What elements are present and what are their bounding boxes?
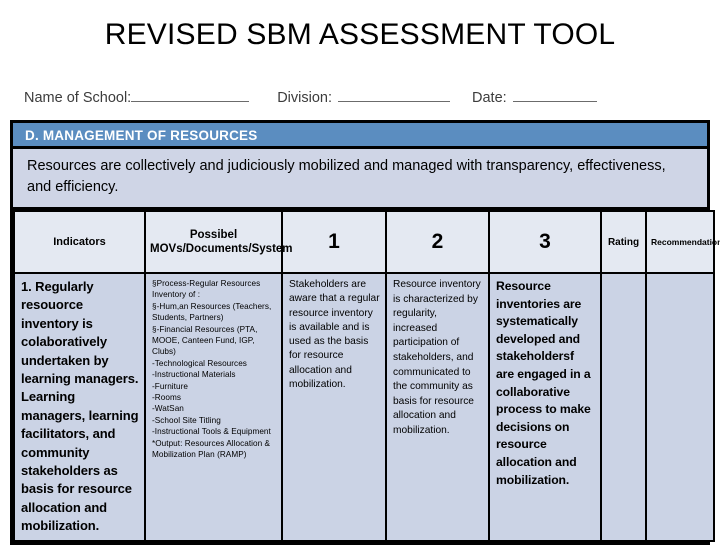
school-label: Name of School: bbox=[24, 90, 132, 106]
level-1-text: Stakeholders are aware that a regular re… bbox=[289, 279, 380, 391]
column-header-indicators: Indicators bbox=[13, 210, 146, 274]
movs-line: -Instructional Tools & Equipment bbox=[152, 427, 271, 437]
movs-line: -Instructional Materials bbox=[152, 370, 236, 380]
movs-line: -Technological Resources bbox=[152, 358, 247, 368]
cell-level-1: Stakeholders are aware that a regular re… bbox=[281, 272, 387, 542]
assessment-table-container: D. MANAGEMENT OF RESOURCES Resources are… bbox=[10, 120, 720, 545]
column-header-rating: Rating bbox=[600, 210, 647, 274]
table-header-row: Indicators Possibel MOVs/Documents/Syste… bbox=[13, 210, 720, 274]
cell-recommendation[interactable] bbox=[645, 272, 715, 542]
movs-text: §Process-Regular Resources Inventory of … bbox=[152, 278, 276, 461]
cell-movs: §Process-Regular Resources Inventory of … bbox=[144, 272, 283, 542]
movs-line: -WatSan bbox=[152, 404, 184, 414]
movs-line: §-Hum,an Resources (Teachers, Students, … bbox=[152, 301, 272, 323]
cell-level-3: Resource inventories are systematically … bbox=[488, 272, 602, 542]
movs-line: -Furniture bbox=[152, 381, 188, 391]
cell-level-2: Resource inventory is characterized by r… bbox=[385, 272, 490, 542]
assessment-table: Indicators Possibel MOVs/Documents/Syste… bbox=[13, 210, 720, 542]
column-header-movs: Possibel MOVs/Documents/System bbox=[144, 210, 293, 274]
page-title: REVISED SBM ASSESSMENT TOOL bbox=[104, 18, 616, 51]
movs-line: -Rooms bbox=[152, 393, 181, 403]
movs-line: -School Site Titling bbox=[152, 415, 221, 425]
table-row: 1. Regularly resouorce inventory is cola… bbox=[13, 272, 715, 542]
indicator-text: 1. Regularly resouorce inventory is cola… bbox=[21, 279, 139, 534]
movs-line: §-Financial Resources (PTA, MOOE, Cantee… bbox=[152, 324, 258, 357]
date-input[interactable] bbox=[512, 88, 597, 102]
column-header-level-1: 1 bbox=[281, 210, 387, 274]
level-2-text: Resource inventory is characterized by r… bbox=[393, 279, 481, 436]
form-info-line: Name of School: Division: Date: bbox=[24, 88, 700, 106]
school-input[interactable] bbox=[131, 88, 250, 102]
division-label: Division: bbox=[277, 90, 332, 106]
date-label: Date: bbox=[472, 90, 507, 106]
section-band-title: D. MANAGEMENT OF RESOURCES bbox=[13, 123, 707, 149]
section-description: Resources are collectively and judicious… bbox=[13, 149, 707, 210]
movs-line: §Process-Regular Resources Inventory of … bbox=[152, 279, 261, 300]
cell-rating[interactable] bbox=[600, 272, 647, 542]
movs-line: *Output: Resources Allocation & Mobiliza… bbox=[152, 438, 271, 460]
column-header-recommendation: Recommendation bbox=[645, 210, 720, 274]
level-3-text: Resource inventories are systematically … bbox=[496, 279, 591, 487]
division-input[interactable] bbox=[338, 88, 450, 102]
column-header-level-3: 3 bbox=[488, 210, 602, 274]
cell-indicator: 1. Regularly resouorce inventory is cola… bbox=[13, 272, 146, 542]
column-header-level-2: 2 bbox=[385, 210, 490, 274]
